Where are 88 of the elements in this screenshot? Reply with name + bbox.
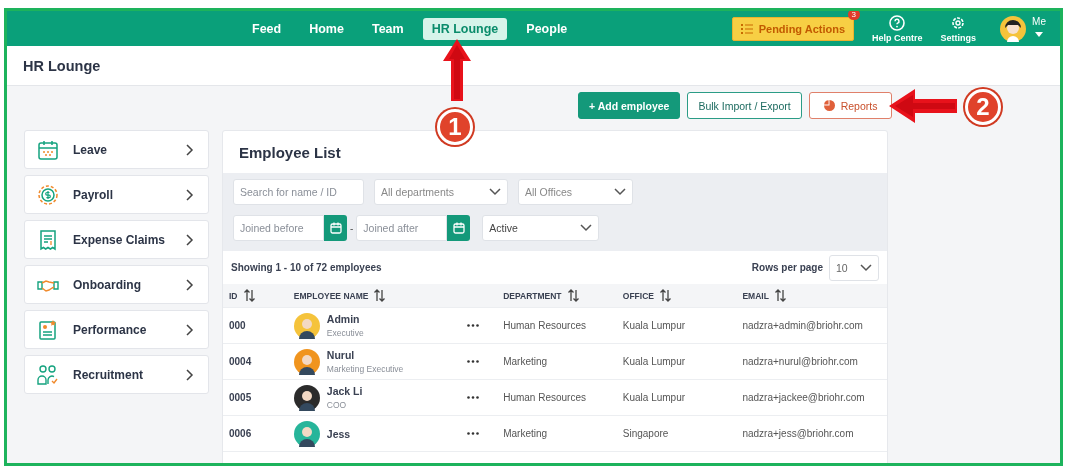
chevron-right-icon <box>186 143 194 156</box>
calendar-icon <box>329 222 342 234</box>
employee-name[interactable]: Nurul <box>326 349 404 361</box>
more-options-icon[interactable] <box>467 396 480 399</box>
table-cell-text: Marketing <box>503 356 549 367</box>
table-cell-text: 0004 <box>229 356 253 367</box>
nav-tab[interactable]: HR Lounge <box>422 17 508 40</box>
chevron-down-icon <box>614 188 626 196</box>
reports-button[interactable]: Reports <box>808 92 893 119</box>
search-field[interactable]: Search for name / ID <box>233 179 364 205</box>
joined-before-field[interactable]: Joined before <box>233 215 324 241</box>
table-cell-text: Kuala Lumpur <box>622 356 687 367</box>
dollar-coin-icon <box>37 183 59 206</box>
column-header[interactable]: DEPARTMENT <box>503 289 623 302</box>
bulk-import-export-button[interactable]: Bulk Import / Export <box>687 92 802 119</box>
column-header[interactable]: EMAIL <box>742 289 887 302</box>
step-number: 1 <box>437 109 473 145</box>
sort-icon <box>659 289 671 302</box>
step-number: 2 <box>965 89 1001 125</box>
column-header[interactable]: OFFICE <box>622 289 743 302</box>
table-cell-text: nadzra+jess@briohr.com <box>742 428 855 439</box>
chevron-right-icon <box>186 368 194 381</box>
sidebar-item[interactable]: Onboarding <box>24 265 209 304</box>
table-cell-text: 0005 <box>229 392 253 403</box>
employee-name[interactable]: Jack Li <box>326 385 363 397</box>
job-title: Executive <box>326 328 364 338</box>
chevron-down-icon <box>860 263 872 272</box>
sort-icon <box>567 289 579 302</box>
sidebar-item[interactable]: Expense Claims <box>24 220 209 259</box>
table-cell-text: Kuala Lumpur <box>622 392 687 403</box>
help-icon <box>889 14 906 31</box>
office-dropdown[interactable]: All Offices <box>518 179 633 205</box>
results-summary: Showing 1 - 10 of 72 employees <box>231 262 382 273</box>
calendar-icon <box>452 222 465 234</box>
table-cell-text: 000 <box>229 320 247 331</box>
table-cell-text: nadzra+jackee@briohr.com <box>742 392 866 403</box>
left-arrow <box>889 89 957 123</box>
page-title: HR Lounge <box>23 57 101 74</box>
more-options-icon[interactable] <box>467 432 480 435</box>
people-icon <box>37 363 59 386</box>
notification-badge: 3 <box>847 11 861 20</box>
table-cell-text: Human Resources <box>503 320 587 331</box>
add-employee-button[interactable]: + Add employee <box>578 92 681 119</box>
card-title: Employee List <box>238 143 342 163</box>
chevron-right-icon <box>186 323 194 336</box>
pie-chart-icon <box>823 100 835 111</box>
sidebar-item[interactable]: Performance <box>24 310 209 349</box>
sidebar-item[interactable]: Payroll <box>24 175 209 214</box>
joined-after-field[interactable]: Joined after <box>356 215 448 241</box>
calendar-button[interactable] <box>324 215 347 241</box>
sidebar-item[interactable]: Leave <box>24 130 209 169</box>
chevron-right-icon <box>186 233 194 246</box>
chevron-right-icon <box>186 188 194 201</box>
column-header[interactable]: EMPLOYEE NAME <box>293 289 468 302</box>
job-title: COO <box>326 400 348 410</box>
table-cell-text: Marketing <box>503 428 549 439</box>
column-header[interactable]: ID <box>229 289 294 302</box>
table-cell-text: Singapore <box>622 428 670 439</box>
list-icon <box>740 23 753 34</box>
up-arrow <box>442 39 472 101</box>
more-options-icon[interactable] <box>467 324 480 327</box>
rows-per-page-label: Rows per page <box>751 262 823 273</box>
sort-icon <box>774 289 786 302</box>
table-cell-text: Kuala Lumpur <box>622 320 687 331</box>
sort-icon <box>243 289 255 302</box>
job-title: Marketing Executive <box>326 364 404 374</box>
table-cell-text: 0006 <box>229 428 253 439</box>
caret-icon <box>1035 31 1044 37</box>
employee-name[interactable]: Admin <box>326 313 364 325</box>
receipt-icon <box>37 228 59 251</box>
status-dropdown[interactable]: Active <box>482 215 600 241</box>
table-cell-text: nadzra+nurul@briohr.com <box>742 356 859 367</box>
chevron-right-icon <box>186 278 194 291</box>
chevron-down-icon <box>580 224 593 232</box>
avatar-icon <box>1000 15 1027 42</box>
calendar-icon <box>37 138 59 161</box>
chevron-down-icon <box>489 188 501 196</box>
sidebar-item[interactable]: Recruitment <box>24 355 209 394</box>
calendar-button[interactable] <box>447 215 471 241</box>
date-separator: - <box>350 222 354 234</box>
department-dropdown[interactable]: All departments <box>374 179 508 205</box>
more-options-icon[interactable] <box>467 360 480 363</box>
table-cell-text: Human Resources <box>503 392 587 403</box>
rows-per-page-dropdown[interactable]: 10 <box>829 254 879 281</box>
employee-name[interactable]: Jess <box>326 427 351 440</box>
settings-icon <box>950 14 967 31</box>
table-cell-text: nadzra+admin@briohr.com <box>742 320 864 331</box>
sort-icon <box>374 289 386 302</box>
